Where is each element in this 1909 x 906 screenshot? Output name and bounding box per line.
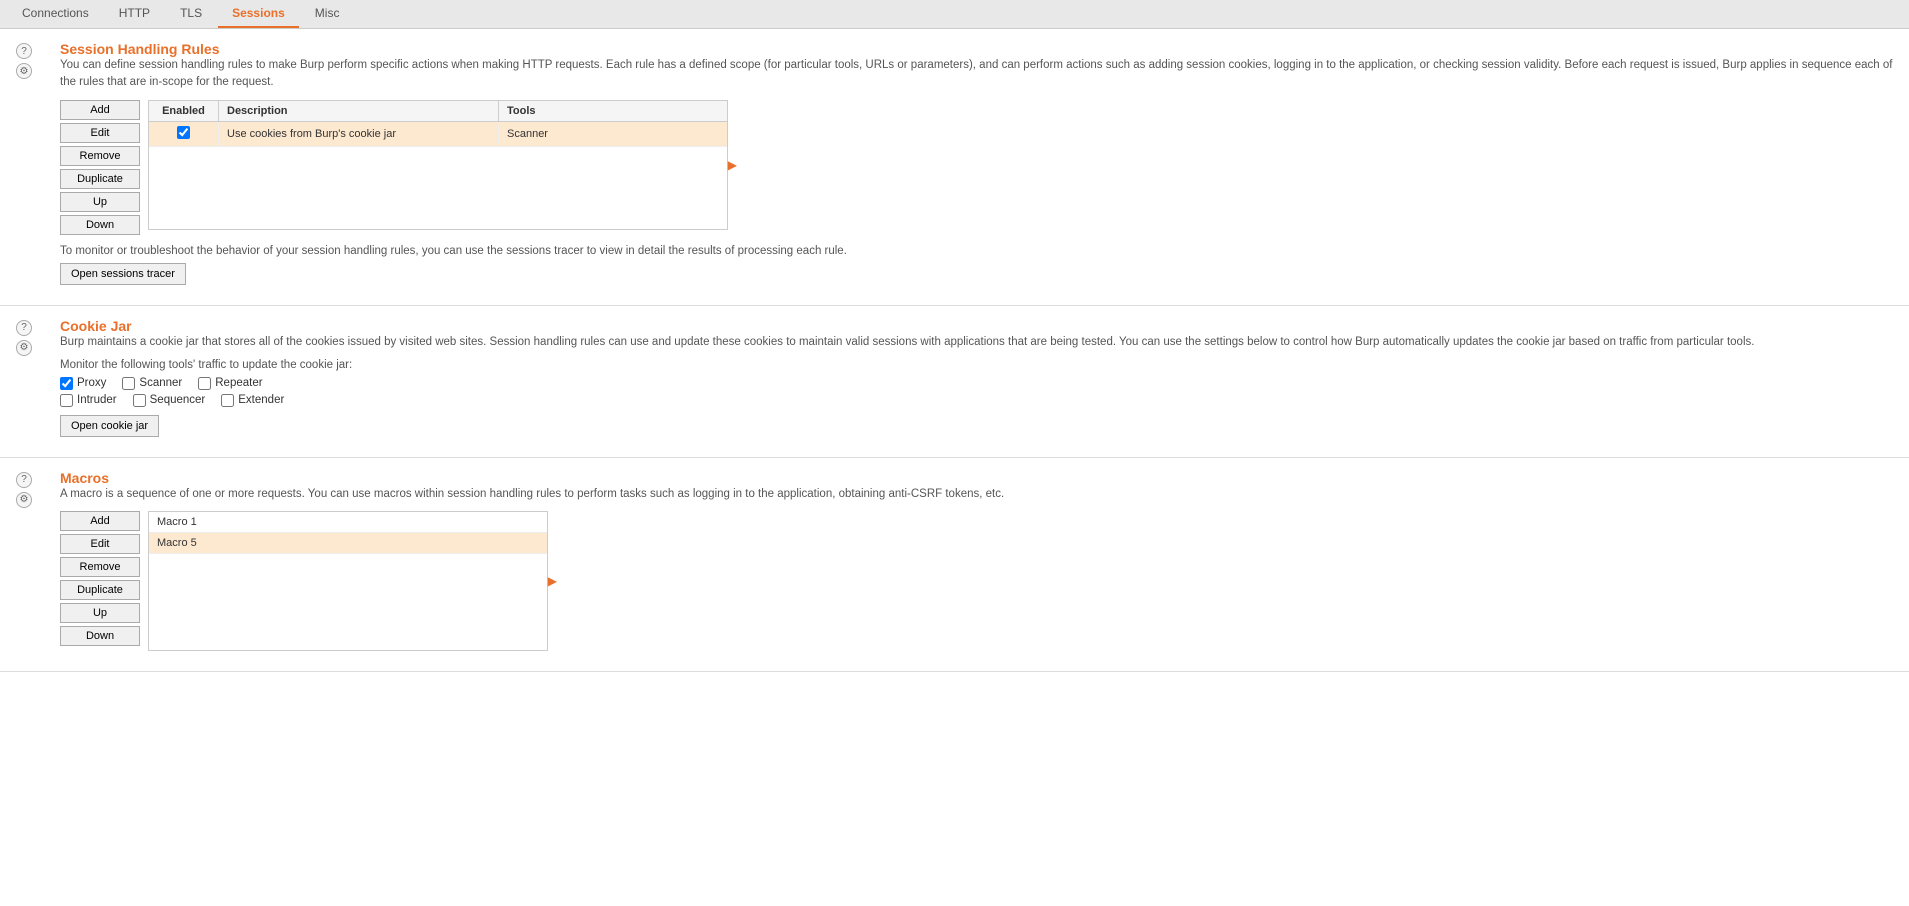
tab-http[interactable]: HTTP xyxy=(105,0,164,28)
tab-connections[interactable]: Connections xyxy=(8,0,103,28)
sequencer-label: Sequencer xyxy=(150,394,206,406)
session-row-enabled xyxy=(149,122,219,146)
session-row-checkbox[interactable] xyxy=(177,126,190,139)
repeater-checkbox-label[interactable]: Repeater xyxy=(198,377,262,390)
session-remove-button[interactable]: Remove xyxy=(60,146,140,166)
session-up-button[interactable]: Up xyxy=(60,192,140,212)
session-settings-icon[interactable]: ⚙ xyxy=(16,63,32,79)
scanner-label: Scanner xyxy=(139,377,182,389)
proxy-checkbox-label[interactable]: Proxy xyxy=(60,377,106,390)
macros-expand-arrow-icon[interactable]: ▶ xyxy=(548,574,557,588)
cookie-jar-section: ? ⚙ Cookie Jar Burp maintains a cookie j… xyxy=(0,306,1909,458)
session-btn-col: Add Edit Remove Duplicate Up Down xyxy=(60,100,140,235)
table-row[interactable]: Use cookies from Burp's cookie jar Scann… xyxy=(149,122,727,147)
macros-up-button[interactable]: Up xyxy=(60,603,140,623)
session-table-body: Use cookies from Burp's cookie jar Scann… xyxy=(149,122,727,147)
tab-bar: Connections HTTP TLS Sessions Misc xyxy=(0,0,1909,29)
macros-section: ? ⚙ Macros A macro is a sequence of one … xyxy=(0,458,1909,672)
checkboxes-row-2: Intruder Sequencer Extender xyxy=(60,394,1754,407)
tracer-area: To monitor or troubleshoot the behavior … xyxy=(60,245,1893,285)
macros-title: Macros xyxy=(60,470,1004,486)
session-row-desc: Use cookies from Burp's cookie jar xyxy=(219,124,499,144)
checkboxes-row-1: Proxy Scanner Repeater xyxy=(60,377,1754,390)
sequencer-checkbox[interactable] xyxy=(133,394,146,407)
session-handling-body: Session Handling Rules You can define se… xyxy=(60,41,1893,285)
cookie-jar-body: Cookie Jar Burp maintains a cookie jar t… xyxy=(60,318,1754,437)
extender-label: Extender xyxy=(238,394,284,406)
cookie-jar-btn-area: Open cookie jar xyxy=(60,415,1754,437)
cookie-jar-title: Cookie Jar xyxy=(60,318,1754,334)
intruder-checkbox[interactable] xyxy=(60,394,73,407)
monitor-label: Monitor the following tools' traffic to … xyxy=(60,359,1754,371)
proxy-label: Proxy xyxy=(77,377,106,389)
cookie-help-icon[interactable]: ? xyxy=(16,320,32,336)
tracer-text: To monitor or troubleshoot the behavior … xyxy=(60,245,1893,257)
list-item[interactable]: Macro 5 xyxy=(149,533,547,554)
macros-settings-icon[interactable]: ⚙ xyxy=(16,492,32,508)
macros-table: Macro 1 Macro 5 ▶ xyxy=(148,511,548,651)
tab-sessions[interactable]: Sessions xyxy=(218,0,299,28)
cookie-jar-desc: Burp maintains a cookie jar that stores … xyxy=(60,334,1754,351)
open-sessions-tracer-button[interactable]: Open sessions tracer xyxy=(60,263,186,285)
intruder-checkbox-label[interactable]: Intruder xyxy=(60,394,117,407)
session-handling-section: ? ⚙ Session Handling Rules You can defin… xyxy=(0,29,1909,306)
proxy-checkbox[interactable] xyxy=(60,377,73,390)
tab-tls[interactable]: TLS xyxy=(166,0,216,28)
session-add-button[interactable]: Add xyxy=(60,100,140,120)
macros-body: Macros A macro is a sequence of one or m… xyxy=(60,470,1004,651)
tab-misc[interactable]: Misc xyxy=(301,0,354,28)
session-duplicate-button[interactable]: Duplicate xyxy=(60,169,140,189)
repeater-checkbox[interactable] xyxy=(198,377,211,390)
col-desc-header: Description xyxy=(219,101,499,121)
session-handling-desc: You can define session handling rules to… xyxy=(60,57,1893,92)
macros-add-button[interactable]: Add xyxy=(60,511,140,531)
session-help-icon[interactable]: ? xyxy=(16,43,32,59)
scanner-checkbox-label[interactable]: Scanner xyxy=(122,377,182,390)
macros-desc: A macro is a sequence of one or more req… xyxy=(60,486,1004,503)
extender-checkbox[interactable] xyxy=(221,394,234,407)
cookie-settings-icon[interactable]: ⚙ xyxy=(16,340,32,356)
macros-down-button[interactable]: Down xyxy=(60,626,140,646)
macros-container: Add Edit Remove Duplicate Up Down Macro … xyxy=(60,511,1004,651)
macros-btn-col: Add Edit Remove Duplicate Up Down xyxy=(60,511,140,646)
col-tools-header: Tools xyxy=(499,101,727,121)
macros-remove-button[interactable]: Remove xyxy=(60,557,140,577)
col-enabled-header: Enabled xyxy=(149,101,219,121)
session-down-button[interactable]: Down xyxy=(60,215,140,235)
main-content: ? ⚙ Session Handling Rules You can defin… xyxy=(0,29,1909,906)
expand-arrow-icon[interactable]: ▶ xyxy=(728,158,737,172)
intruder-label: Intruder xyxy=(77,394,117,406)
repeater-label: Repeater xyxy=(215,377,262,389)
sequencer-checkbox-label[interactable]: Sequencer xyxy=(133,394,206,407)
session-row-tools: Scanner xyxy=(499,124,727,144)
extender-checkbox-label[interactable]: Extender xyxy=(221,394,284,407)
session-table-header: Enabled Description Tools xyxy=(149,101,727,122)
macros-help-icon[interactable]: ? xyxy=(16,472,32,488)
macros-edit-button[interactable]: Edit xyxy=(60,534,140,554)
session-rules-container: Add Edit Remove Duplicate Up Down Enable… xyxy=(60,100,1893,235)
session-edit-button[interactable]: Edit xyxy=(60,123,140,143)
session-handling-title: Session Handling Rules xyxy=(60,41,1893,57)
open-cookie-jar-button[interactable]: Open cookie jar xyxy=(60,415,159,437)
list-item[interactable]: Macro 1 xyxy=(149,512,547,533)
session-rules-table: Enabled Description Tools Use cookies fr… xyxy=(148,100,728,230)
scanner-checkbox[interactable] xyxy=(122,377,135,390)
macros-duplicate-button[interactable]: Duplicate xyxy=(60,580,140,600)
